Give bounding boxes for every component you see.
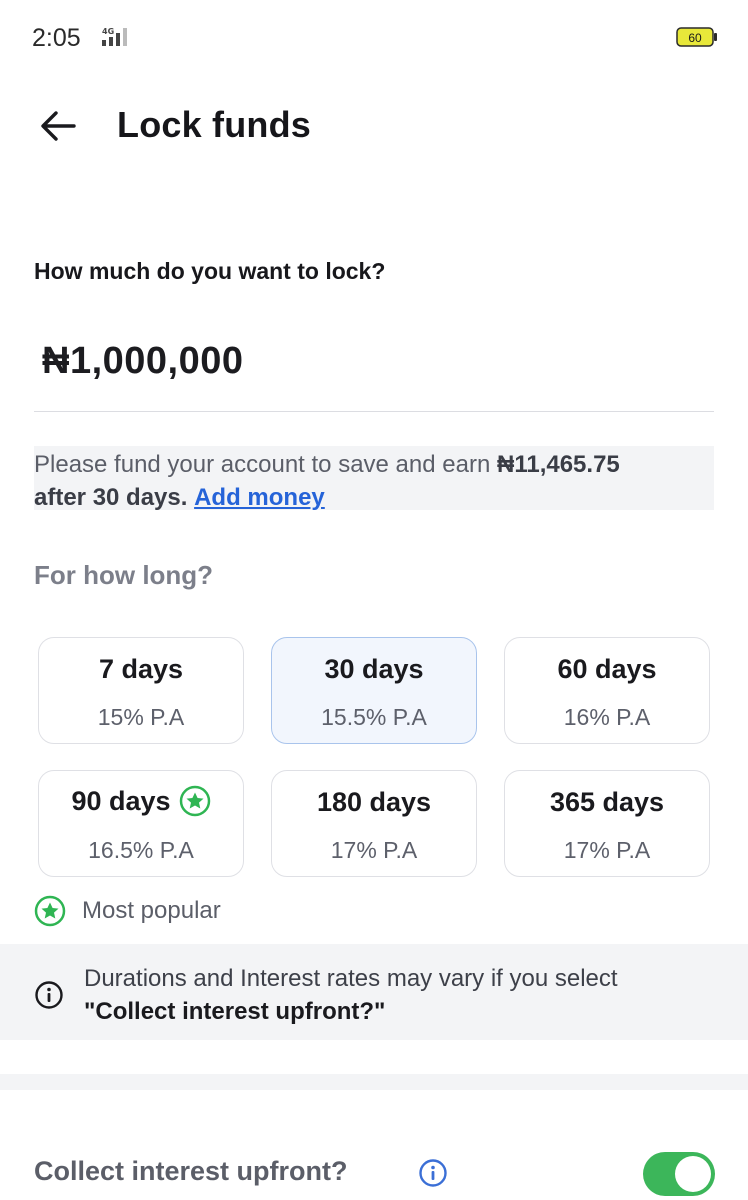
duration-rate: 15% P.A [97, 704, 185, 730]
duration-rate: 17% P.A [563, 837, 651, 863]
section-divider [0, 1074, 748, 1090]
duration-rate: 16.5% P.A [88, 837, 194, 863]
duration-option-180-days[interactable]: 180 days 17% P.A [271, 770, 477, 877]
info-banner: Durations and Interest rates may vary if… [0, 944, 748, 1040]
earn-amount: ₦11,465.75 [496, 451, 620, 478]
amount-field[interactable] [34, 330, 714, 412]
duration-label: 365 days [549, 787, 665, 817]
duration-option-7-days[interactable]: 7 days 15% P.A [38, 637, 244, 744]
duration-rate: 16% P.A [563, 704, 651, 730]
duration-label: 30 days [324, 654, 424, 684]
arrow-left-icon [41, 111, 76, 141]
duration-label: 60 days [557, 654, 657, 684]
fund-notice-text: Please fund your account to save and ear… [34, 451, 497, 478]
collect-interest-toggle[interactable] [643, 1152, 715, 1196]
network-type: 4G [102, 27, 114, 36]
duration-heading: For how long? [34, 560, 214, 590]
page-title: Lock funds [117, 104, 312, 145]
duration-rate: 15.5% P.A [321, 704, 427, 730]
popular-legend-label: Most popular [82, 897, 221, 924]
toggle-knob [675, 1156, 711, 1192]
info-icon[interactable] [418, 1158, 448, 1188]
info-text-emphasis: "Collect interest upfront?" [84, 998, 386, 1025]
collect-interest-label: Collect interest upfront? [34, 1156, 348, 1186]
amount-question: How much do you want to lock? [34, 258, 386, 284]
duration-label-row: 90 days [39, 785, 243, 817]
status-bar: 2:05 4G 60 [0, 0, 748, 76]
duration-option-30-days[interactable]: 30 days 15.5% P.A [271, 637, 477, 744]
duration-label: 180 days [316, 787, 432, 817]
battery-level: 60 [688, 31, 702, 45]
duration-option-365-days[interactable]: 365 days 17% P.A [504, 770, 710, 877]
back-button[interactable] [34, 104, 82, 148]
duration-option-60-days[interactable]: 60 days 16% P.A [504, 637, 710, 744]
info-text-body: Durations and Interest rates may vary if… [84, 965, 618, 992]
add-money-link[interactable]: Add money [194, 484, 325, 511]
duration-rate: 17% P.A [330, 837, 418, 863]
info-icon [35, 981, 63, 1009]
duration-label: 90 days [71, 785, 171, 816]
battery-icon: 60 [676, 27, 717, 47]
star-badge-icon [179, 785, 210, 817]
amount-input[interactable] [42, 340, 682, 383]
duration-option-90-days[interactable]: 90 days 16.5% P.A [38, 770, 244, 877]
popular-legend: Most popular [34, 894, 221, 928]
info-text: Durations and Interest rates may vary if… [84, 962, 618, 1028]
fund-notice: Please fund your account to save and ear… [34, 446, 714, 511]
fund-notice-suffix: after 30 days. [34, 484, 188, 511]
status-time: 2:05 [32, 24, 81, 52]
signal-strength-icon: 4G [102, 27, 127, 46]
duration-label: 7 days [98, 654, 184, 684]
star-badge-icon [34, 895, 66, 927]
